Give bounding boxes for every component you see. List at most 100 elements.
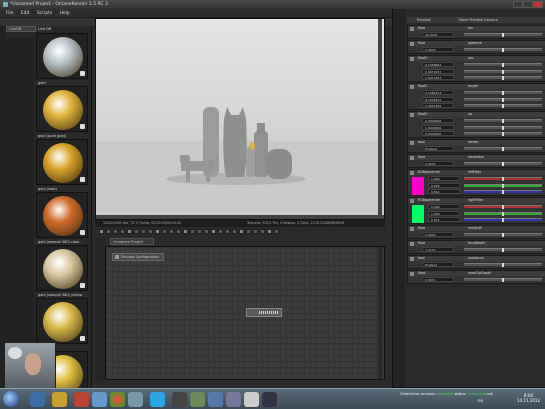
- value-slider[interactable]: [464, 69, 542, 74]
- material-thumbnail[interactable]: [36, 245, 88, 291]
- app5-taskbar-icon[interactable]: [208, 392, 223, 407]
- start-button[interactable]: [3, 391, 19, 407]
- mesh-node[interactable]: [246, 308, 282, 317]
- viewport-tool-icon[interactable]: [260, 229, 265, 234]
- row-header[interactable]: float3 pos: [408, 56, 545, 61]
- viewport-tool-icon[interactable]: [106, 229, 111, 234]
- menu-file[interactable]: File: [6, 11, 14, 16]
- value-slider[interactable]: [464, 132, 542, 136]
- viewport-tool-icon[interactable]: [274, 229, 279, 234]
- system-clock[interactable]: 8:04 14.11.2012: [517, 393, 540, 403]
- slider-handle[interactable]: [502, 97, 504, 102]
- value-field[interactable]: 45.0000: [422, 32, 454, 37]
- value-slider[interactable]: [464, 211, 542, 216]
- minimize-button[interactable]: [513, 1, 523, 8]
- viewport-tool-icon[interactable]: [232, 229, 237, 234]
- value-slider[interactable]: [464, 147, 542, 151]
- value-slider[interactable]: [464, 248, 542, 252]
- value-field[interactable]: 0.000: [428, 182, 460, 188]
- slider-handle[interactable]: [502, 33, 504, 37]
- value-slider[interactable]: [464, 278, 542, 282]
- chrome-taskbar-icon[interactable]: [110, 392, 125, 407]
- slider-handle[interactable]: [502, 263, 504, 267]
- value-field[interactable]: 0.000: [428, 204, 460, 209]
- expand-icon[interactable]: [410, 198, 414, 203]
- expand-icon[interactable]: [410, 84, 414, 89]
- value-field[interactable]: 0.1580473: [422, 90, 454, 95]
- material-thumbnail[interactable]: [36, 298, 88, 344]
- viewport-tool-icon[interactable]: [141, 229, 146, 234]
- slider-handle[interactable]: [502, 125, 504, 130]
- viewport-tool-icon[interactable]: [225, 229, 230, 234]
- row-header[interactable]: float focalDepth: [408, 241, 545, 246]
- value-slider[interactable]: [464, 97, 542, 102]
- viewport-tool-icon[interactable]: [162, 229, 167, 234]
- viewport-tool-icon[interactable]: [204, 229, 209, 234]
- row-header[interactable]: float3 target: [408, 84, 545, 89]
- value-slider[interactable]: [464, 104, 542, 108]
- expand-icon[interactable]: [410, 41, 414, 46]
- livedb-tab[interactable]: LiveDB: [6, 26, 36, 32]
- app2-taskbar-icon[interactable]: [128, 392, 143, 407]
- value-slider[interactable]: [464, 91, 542, 95]
- value-field[interactable]: 0.812: [428, 189, 460, 194]
- node-graph-tab[interactable]: Unnamed Project: [110, 238, 154, 245]
- color-swatch[interactable]: [412, 205, 424, 223]
- slider-handle[interactable]: [502, 91, 504, 95]
- row-header[interactable]: RGBspectrum leftFilter: [408, 170, 545, 175]
- folder-taskbar-icon[interactable]: [52, 392, 67, 407]
- value-slider[interactable]: [464, 190, 542, 194]
- slider-handle[interactable]: [502, 119, 504, 123]
- slider-handle[interactable]: [502, 132, 504, 136]
- skype-taskbar-icon[interactable]: [150, 392, 165, 407]
- value-slider[interactable]: [464, 76, 542, 80]
- value-field[interactable]: 0.3672097: [422, 68, 454, 74]
- viewport-tool-icon[interactable]: [267, 229, 272, 234]
- app6-taskbar-icon[interactable]: [226, 392, 241, 407]
- maximize-button[interactable]: [523, 1, 533, 8]
- expand-icon[interactable]: [410, 140, 414, 145]
- material-thumbnail[interactable]: [36, 139, 88, 185]
- material-thumbnail[interactable]: [36, 86, 88, 132]
- viewport-tool-icon[interactable]: [127, 229, 132, 234]
- row-header[interactable]: float lensShift: [408, 226, 545, 231]
- value-field[interactable]: 0.0000000: [422, 131, 454, 136]
- slider-handle[interactable]: [502, 177, 504, 181]
- expand-icon[interactable]: [410, 112, 414, 117]
- download-icon[interactable]: [80, 71, 85, 76]
- expand-icon[interactable]: [410, 226, 414, 231]
- graph-scrollbar-v[interactable]: [378, 247, 382, 379]
- value-field[interactable]: 0.0000000: [422, 118, 454, 123]
- value-slider[interactable]: [464, 119, 542, 123]
- row-header[interactable]: bool stereo: [408, 140, 545, 145]
- viewport-tool-icon[interactable]: [134, 229, 139, 234]
- viewport-tool-icon[interactable]: [246, 229, 251, 234]
- viewport-scrollbar-h[interactable]: [96, 215, 384, 219]
- app-taskbar-icon[interactable]: [92, 392, 107, 407]
- value-field[interactable]: 0.812: [428, 217, 460, 222]
- viewport-tool-icon[interactable]: [176, 229, 181, 234]
- download-icon[interactable]: [80, 177, 85, 182]
- download-icon[interactable]: [80, 124, 85, 129]
- material-thumbnail[interactable]: [36, 33, 88, 79]
- slider-handle[interactable]: [502, 69, 504, 74]
- slider-handle[interactable]: [502, 248, 504, 252]
- value-field[interactable]: Enabled: [422, 146, 454, 151]
- row-header[interactable]: float nearClipDepth: [408, 271, 545, 276]
- value-slider[interactable]: [464, 263, 542, 267]
- media-taskbar-icon[interactable]: [74, 392, 89, 407]
- viewport-tool-icon[interactable]: [148, 229, 153, 234]
- value-slider[interactable]: [464, 205, 542, 209]
- slider-handle[interactable]: [502, 233, 504, 237]
- expand-icon[interactable]: [410, 256, 414, 261]
- preview-configuration-node[interactable]: Preview Configuration: [112, 253, 164, 261]
- close-button[interactable]: [533, 1, 543, 8]
- slider-handle[interactable]: [502, 63, 504, 67]
- viewport-tool-icon[interactable]: [120, 229, 125, 234]
- slider-handle[interactable]: [502, 183, 504, 188]
- value-field[interactable]: 0.1458604: [422, 62, 454, 67]
- value-field[interactable]: 1.000: [428, 176, 460, 181]
- slider-handle[interactable]: [502, 205, 504, 209]
- expand-icon[interactable]: [410, 26, 414, 31]
- value-field[interactable]: 0.0052785: [422, 103, 454, 108]
